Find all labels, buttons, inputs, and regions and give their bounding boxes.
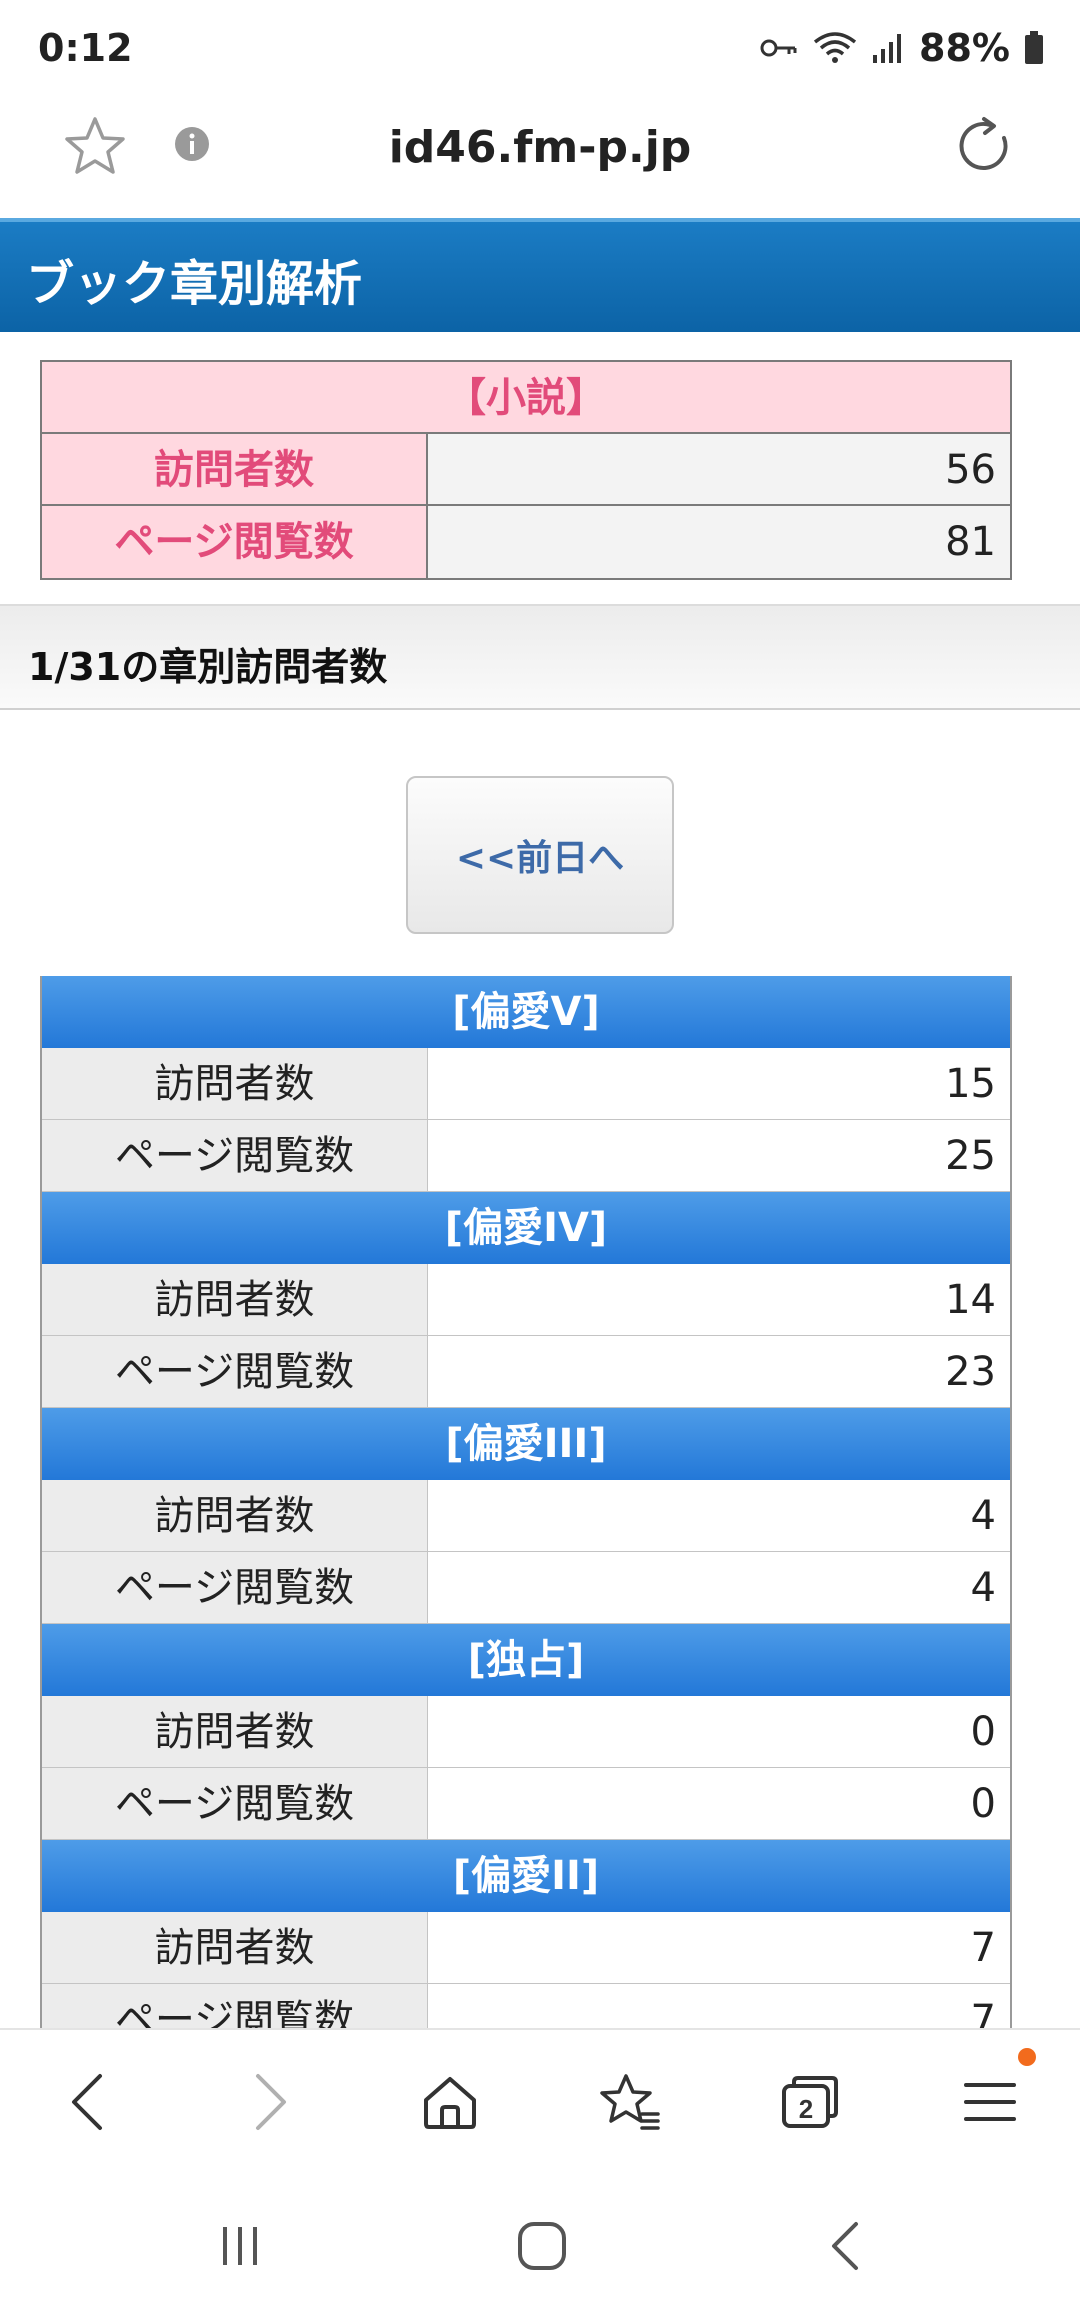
chapter-value: 4: [428, 1552, 1010, 1623]
chapter-row-visitors: 訪問者数 0: [42, 1696, 1010, 1768]
menu-icon: [964, 2083, 1016, 2121]
status-icons: 88%: [759, 26, 1044, 70]
summary-row-visitors: 訪問者数 56: [42, 434, 1010, 506]
home-button[interactable]: [410, 2062, 490, 2142]
chapter-row-views: ページ閲覧数 7: [42, 1984, 1010, 2028]
status-bar: 0:12 88%: [0, 0, 1080, 96]
chapter-title: [偏愛II]: [42, 1840, 1010, 1912]
back-icon: [72, 2074, 102, 2130]
chapter-row-views: ページ閲覧数 25: [42, 1120, 1010, 1192]
key-icon: [760, 39, 797, 57]
android-nav-bar: [0, 2172, 1080, 2316]
chapter-value: 25: [428, 1120, 1010, 1191]
back-button[interactable]: [48, 2062, 128, 2142]
chapter-label: 訪問者数: [42, 1480, 428, 1551]
summary-value: 81: [428, 506, 1010, 578]
chapter-group: [偏愛II] 訪問者数 7 ページ閲覧数 7: [42, 1840, 1010, 2028]
browser-toolbar: 2: [0, 2028, 1080, 2172]
chapter-label: ページ閲覧数: [42, 1768, 428, 1839]
tabs-button[interactable]: 2: [770, 2062, 850, 2142]
recents-button[interactable]: [202, 2208, 278, 2284]
battery-icon: [1025, 31, 1043, 64]
chapter-title: [偏愛IV]: [42, 1192, 1010, 1264]
chapter-label: ページ閲覧数: [42, 1552, 428, 1623]
summary-table: 【小説】 訪問者数 56 ページ閲覧数 81: [40, 360, 1012, 580]
chapter-value: 23: [428, 1336, 1010, 1407]
summary-value: 56: [428, 434, 1010, 504]
chapter-value: 0: [428, 1696, 1010, 1767]
summary-title: 【小説】: [42, 362, 1010, 434]
summary-label: 訪問者数: [42, 434, 428, 504]
chapter-row-views: ページ閲覧数 4: [42, 1552, 1010, 1624]
back-nav-icon: [832, 2222, 858, 2270]
chapter-row-visitors: 訪問者数 4: [42, 1480, 1010, 1552]
chapter-group: [偏愛III] 訪問者数 4 ページ閲覧数 4: [42, 1408, 1010, 1624]
chapter-group: [独占] 訪問者数 0 ページ閲覧数 0: [42, 1624, 1010, 1840]
back-nav-button[interactable]: [808, 2208, 884, 2284]
page-title: ブック章別解析: [26, 256, 363, 312]
chapter-label: 訪問者数: [42, 1264, 428, 1335]
chapter-label: 訪問者数: [42, 1696, 428, 1767]
recents-icon: [223, 2227, 257, 2265]
chapter-group: [偏愛IV] 訪問者数 14 ページ閲覧数 23: [42, 1192, 1010, 1408]
chapter-group: [偏愛V] 訪問者数 15 ページ閲覧数 25: [42, 976, 1010, 1192]
chapter-title: [独占]: [42, 1624, 1010, 1696]
page-header: ブック章別解析: [0, 218, 1080, 332]
chapter-title: [偏愛III]: [42, 1408, 1010, 1480]
chapter-value: 7: [428, 1984, 1010, 2028]
notification-dot: [1018, 2048, 1036, 2066]
chapter-value: 7: [428, 1912, 1010, 1983]
home-icon: [424, 2077, 476, 2129]
section-bar: 1/31の章別訪問者数: [0, 604, 1080, 710]
summary-label: ページ閲覧数: [42, 506, 428, 578]
web-page: ブック章別解析 【小説】 訪問者数 56 ページ閲覧数 81 1/31の章別訪問…: [0, 218, 1080, 2028]
url-bar: id46.fm-p.jp: [0, 96, 1080, 218]
section-title: 1/31の章別訪問者数: [28, 645, 388, 689]
reload-icon[interactable]: [956, 116, 1016, 176]
url-text[interactable]: id46.fm-p.jp: [0, 122, 1080, 173]
menu-button[interactable]: [950, 2062, 1030, 2142]
chapter-label: ページ閲覧数: [42, 1984, 428, 2028]
chapter-row-visitors: 訪問者数 14: [42, 1264, 1010, 1336]
chapter-value: 14: [428, 1264, 1010, 1335]
chapter-value: 4: [428, 1480, 1010, 1551]
summary-row-views: ページ閲覧数 81: [42, 506, 1010, 578]
status-time: 0:12: [38, 26, 133, 70]
tab-count: 2: [799, 2094, 813, 2124]
wifi-icon: [813, 32, 857, 63]
chapter-label: ページ閲覧数: [42, 1336, 428, 1407]
battery-percent: 88%: [919, 26, 1010, 70]
chapter-row-visitors: 訪問者数 7: [42, 1912, 1010, 1984]
chapter-label: 訪問者数: [42, 1912, 428, 1983]
chapter-row-views: ページ閲覧数 23: [42, 1336, 1010, 1408]
chapter-value: 0: [428, 1768, 1010, 1839]
chapter-value: 15: [428, 1048, 1010, 1119]
bookmarks-icon: [600, 2074, 660, 2130]
forward-button[interactable]: [230, 2062, 310, 2142]
chapter-label: ページ閲覧数: [42, 1120, 428, 1191]
chapter-title: [偏愛V]: [42, 976, 1010, 1048]
chapter-row-visitors: 訪問者数 15: [42, 1048, 1010, 1120]
home-nav-icon: [518, 2222, 566, 2270]
home-nav-button[interactable]: [504, 2208, 580, 2284]
forward-icon: [256, 2074, 286, 2130]
bookmarks-button[interactable]: [590, 2062, 670, 2142]
signal-icon: [873, 34, 902, 63]
tabs-icon: 2: [782, 2076, 838, 2128]
chapter-table: [偏愛V] 訪問者数 15 ページ閲覧数 25 [偏愛IV] 訪問者数 14 ペ…: [40, 976, 1012, 2028]
chapter-label: 訪問者数: [42, 1048, 428, 1119]
chapter-row-views: ページ閲覧数 0: [42, 1768, 1010, 1840]
prev-day-button[interactable]: <<前日へ: [406, 776, 674, 934]
